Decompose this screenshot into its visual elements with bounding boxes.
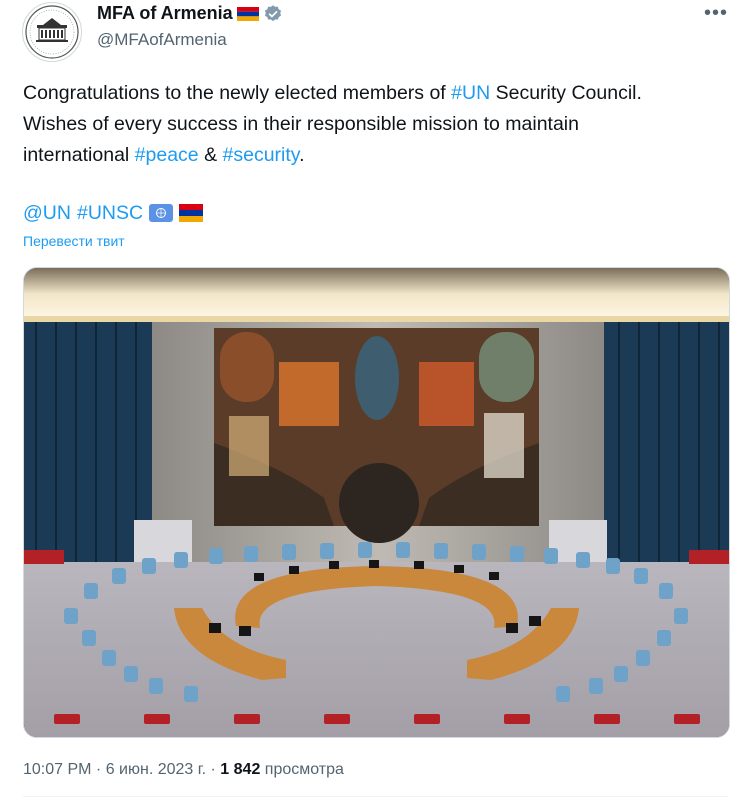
hashtag-unsc-link[interactable]: #UNSC <box>77 200 143 226</box>
display-name[interactable]: MFA of Armenia <box>97 3 233 24</box>
armenia-flag-icon <box>179 204 204 222</box>
text-span: & <box>198 144 223 166</box>
hashtag-un-link[interactable]: #UN <box>451 82 490 104</box>
text-span: international <box>23 144 135 166</box>
mention-un-link[interactable]: @UN <box>23 200 71 226</box>
tweet-date[interactable]: 6 июн. 2023 г. <box>106 761 206 778</box>
hashtag-security-link[interactable]: #security <box>223 144 300 166</box>
meta-separator: · <box>206 761 221 778</box>
text-span: . <box>299 144 305 166</box>
meta-separator: · <box>91 761 106 778</box>
views-count: 1 842 <box>220 761 261 778</box>
more-options-button[interactable]: ••• <box>704 2 728 25</box>
tweet-text: Congratulations to the newly elected mem… <box>23 78 733 171</box>
tweet-meta: 10:07 PM · 6 июн. 2023 г. · 1 842 просмо… <box>23 761 344 779</box>
un-security-council-chamber-photo <box>24 268 729 737</box>
tweet-photo[interactable] <box>23 267 730 738</box>
account-handle[interactable]: @MFAofArmenia <box>97 30 227 50</box>
tweet-line-1: Congratulations to the newly elected mem… <box>23 78 733 109</box>
tags-line: @UN #UNSC <box>23 200 204 226</box>
verified-badge-icon <box>264 4 281 21</box>
translate-tweet-link[interactable]: Перевести твит <box>23 233 125 249</box>
un-flag-icon <box>149 204 174 222</box>
text-span: Congratulations to the newly elected mem… <box>23 82 452 104</box>
views-label: просмотра <box>260 761 344 778</box>
ministry-building-logo-icon <box>25 5 79 59</box>
tweet-line-3: international #peace & #security. <box>23 140 733 171</box>
avatar[interactable] <box>22 2 82 62</box>
armenia-flag-icon <box>236 6 259 21</box>
tweet-line-2: Wishes of every success in their respons… <box>23 113 579 135</box>
text-span: Security Council. <box>490 82 642 104</box>
name-row: MFA of Armenia <box>97 3 283 24</box>
tweet-time[interactable]: 10:07 PM <box>23 761 91 778</box>
hashtag-peace-link[interactable]: #peace <box>135 144 199 166</box>
divider <box>23 796 728 797</box>
